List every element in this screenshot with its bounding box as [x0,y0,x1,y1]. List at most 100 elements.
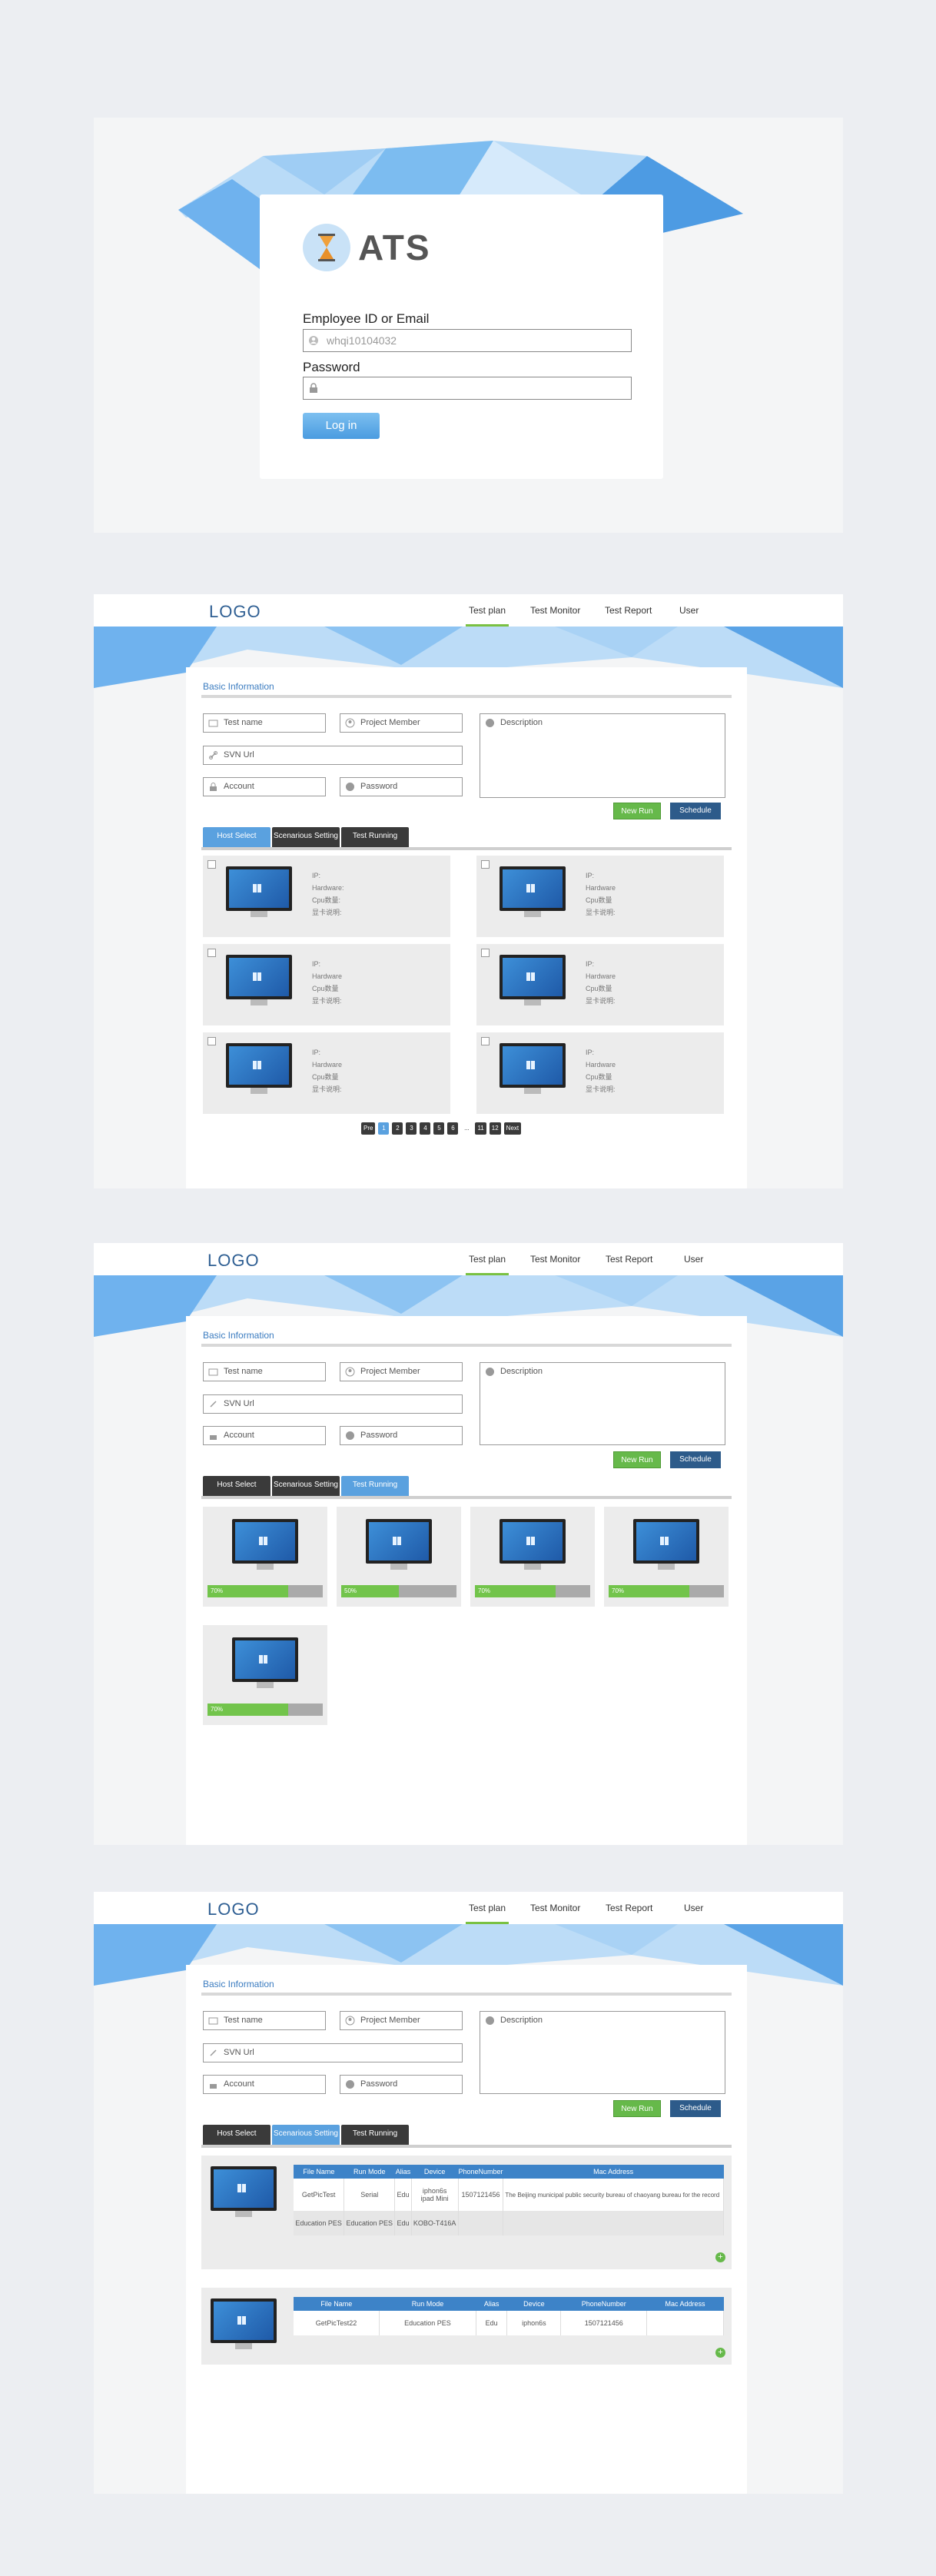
monitor-icon [633,1519,699,1571]
host-checkbox[interactable] [207,860,216,869]
host-card[interactable]: IP: Hardware Cpu数量 显卡说明: [476,856,724,937]
tab-scenarious-setting[interactable]: Scenarious Setting [272,2125,340,2145]
table-row[interactable]: Education PES Education PES Edu KOBO-T41… [294,2211,724,2235]
col-run-mode: Run Mode [344,2165,395,2179]
nav-test-plan[interactable]: Test plan [465,605,509,627]
nav-test-report[interactable]: Test Report [606,1903,652,1913]
project-member-field[interactable]: Project Member [340,713,463,733]
table-row[interactable]: GetPicTest Serial Edu iphon6s ipad Mini … [294,2179,724,2211]
account-field[interactable]: Account [203,2075,326,2094]
run-card[interactable]: 50% [337,1507,461,1607]
page-button[interactable]: 6 [447,1122,459,1135]
run-card[interactable]: 70% [470,1507,595,1607]
nav-test-monitor[interactable]: Test Monitor [530,605,580,616]
tab-test-running[interactable]: Test Running [341,1476,409,1496]
new-run-button[interactable]: New Run [613,1451,661,1468]
tab-underline [201,1496,732,1499]
page-button[interactable]: 4 [420,1122,431,1135]
host-card[interactable]: IP: Hardware Cpu数量 显卡说明: [476,1032,724,1114]
monitor-icon [226,955,292,1007]
main-content: Basic Information Test name Project Memb… [186,1965,747,2494]
nav-user[interactable]: User [679,605,699,616]
description-field[interactable]: Description [480,2011,725,2094]
page-button[interactable]: 2 [392,1122,403,1135]
nav-user[interactable]: User [684,1254,703,1265]
run-card[interactable]: 70% [203,1625,327,1725]
tab-host-select[interactable]: Host Select [203,1476,271,1496]
new-run-button[interactable]: New Run [613,2100,661,2117]
tab-scenarious-setting[interactable]: Scenarious Setting [272,1476,340,1496]
tab-host-select[interactable]: Host Select [203,827,271,847]
new-run-button[interactable]: New Run [613,803,661,819]
test-name-field[interactable]: Test name [203,2011,326,2030]
monitor-icon [226,866,292,919]
host-checkbox[interactable] [207,1037,216,1045]
description-field[interactable]: Description [480,713,725,798]
password-field[interactable]: Password [340,777,463,796]
lock-icon [210,1435,217,1440]
login-card: ATS Employee ID or Email whqi10104032 Pa… [260,194,663,479]
tab-underline [201,847,732,850]
user-icon [345,1367,355,1377]
login-button[interactable]: Log in [303,413,380,439]
host-checkbox[interactable] [481,949,490,957]
schedule-button[interactable]: Schedule [670,803,721,819]
add-row-icon[interactable]: + [715,2348,725,2358]
nav-test-report[interactable]: Test Report [605,605,652,616]
project-member-field[interactable]: Project Member [340,1362,463,1381]
employee-id-field[interactable]: whqi10104032 [303,329,632,352]
svn-url-field[interactable]: SVN Url [203,2043,463,2062]
page-button[interactable]: 1 [378,1122,390,1135]
add-row-icon[interactable]: + [715,2252,725,2262]
tab-test-running[interactable]: Test Running [341,2125,409,2145]
password-field[interactable]: Password [340,2075,463,2094]
nav-user[interactable]: User [684,1903,703,1913]
account-placeholder: Account [224,2079,254,2089]
host-checkbox[interactable] [481,1037,490,1045]
page-button[interactable]: 5 [433,1122,445,1135]
schedule-button[interactable]: Schedule [670,2100,721,2117]
password-placeholder: Password [360,1431,398,1440]
host-card[interactable]: IP: Hardware Cpu数量 显卡说明: [203,944,450,1025]
test-running-screen: LOGO Test plan Test Monitor Test Report … [94,1243,843,1845]
tab-host-select[interactable]: Host Select [203,2125,271,2145]
project-member-field[interactable]: Project Member [340,2011,463,2030]
svn-url-field[interactable]: SVN Url [203,746,463,765]
scenario-table: File Name Run Mode Alias Device PhoneNum… [294,2165,724,2235]
pencil-icon [486,1368,494,1376]
monitor-icon [211,2166,277,2219]
password-field[interactable] [303,377,632,400]
tab-test-running[interactable]: Test Running [341,827,409,847]
schedule-button[interactable]: Schedule [670,1451,721,1468]
password-placeholder: Password [360,2079,398,2089]
tab-scenarious-setting[interactable]: Scenarious Setting [272,827,340,847]
account-field[interactable]: Account [203,1426,326,1445]
test-name-field[interactable]: Test name [203,713,326,733]
page-button[interactable]: 12 [489,1122,501,1135]
host-card[interactable]: IP: Hardware Cpu数量 显卡说明: [476,944,724,1025]
svn-url-field[interactable]: SVN Url [203,1394,463,1414]
nav-test-monitor[interactable]: Test Monitor [530,1254,580,1265]
account-field[interactable]: Account [203,777,326,796]
monitor-icon [500,955,566,1007]
nav-test-plan[interactable]: Test plan [465,1254,509,1275]
page-button[interactable]: 11 [475,1122,486,1135]
test-name-field[interactable]: Test name [203,1362,326,1381]
page-prev-button[interactable]: Pre [361,1122,376,1135]
run-card[interactable]: 70% [604,1507,729,1607]
nav-test-monitor[interactable]: Test Monitor [530,1903,580,1913]
page-button[interactable]: 3 [406,1122,417,1135]
table-row[interactable]: GetPicTest22 Education PES Edu iphon6s 1… [294,2311,724,2335]
host-card[interactable]: IP: Hardware: Cpu数量: 显卡说明: [203,856,450,937]
host-card[interactable]: IP: Hardware Cpu数量 显卡说明: [203,1032,450,1114]
host-checkbox[interactable] [207,949,216,957]
page-next-button[interactable]: Next [503,1122,522,1135]
host-checkbox[interactable] [481,860,490,869]
run-card[interactable]: 70% [203,1507,327,1607]
host-select-screen: LOGO Test plan Test Monitor Test Report … [94,594,843,1188]
nav-test-report[interactable]: Test Report [606,1254,652,1265]
description-field[interactable]: Description [480,1362,725,1445]
password-field[interactable]: Password [340,1426,463,1445]
progress-fill: 70% [207,1585,288,1597]
nav-test-plan[interactable]: Test plan [465,1903,509,1924]
